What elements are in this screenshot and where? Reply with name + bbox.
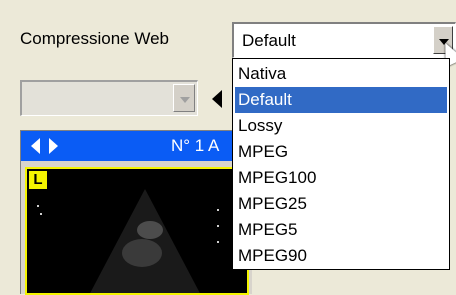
option-mpeg25[interactable]: MPEG25: [235, 191, 447, 217]
chevron-down-icon: [180, 97, 190, 103]
nav-previous-icon[interactable]: [31, 138, 40, 154]
ultrasound-thumbnail[interactable]: L: [25, 167, 249, 295]
image-panel: N° 1 A L: [20, 130, 252, 295]
scan-marker: [217, 225, 219, 227]
option-mpeg100[interactable]: MPEG100: [235, 165, 447, 191]
ultrasound-tissue: [122, 239, 162, 267]
option-mpeg[interactable]: MPEG: [235, 139, 447, 165]
scan-marker: [217, 209, 219, 211]
previous-arrow-icon[interactable]: [212, 90, 222, 108]
compression-web-select[interactable]: Default: [232, 22, 456, 58]
compression-web-label: Compressione Web: [20, 29, 169, 48]
option-nativa[interactable]: Nativa: [235, 61, 447, 87]
scan-marker: [40, 213, 42, 215]
disabled-dropdown-button: [173, 84, 195, 112]
option-lossy[interactable]: Lossy: [235, 113, 447, 139]
laterality-badge: L: [29, 171, 47, 189]
nav-next-icon[interactable]: [49, 138, 58, 154]
image-panel-header: N° 1 A: [21, 131, 252, 161]
compression-web-value: Default: [242, 31, 296, 50]
disabled-select: [20, 80, 198, 116]
option-mpeg90[interactable]: MPEG90: [235, 243, 447, 269]
image-number-title: N° 1 A: [171, 136, 220, 155]
compression-options-list[interactable]: Nativa Default Lossy MPEG MPEG100 MPEG25…: [232, 58, 450, 270]
scan-marker: [217, 241, 219, 243]
option-default[interactable]: Default: [235, 87, 447, 113]
option-mpeg5[interactable]: MPEG5: [235, 217, 447, 243]
ultrasound-tissue: [137, 221, 163, 239]
scan-marker: [37, 205, 39, 207]
